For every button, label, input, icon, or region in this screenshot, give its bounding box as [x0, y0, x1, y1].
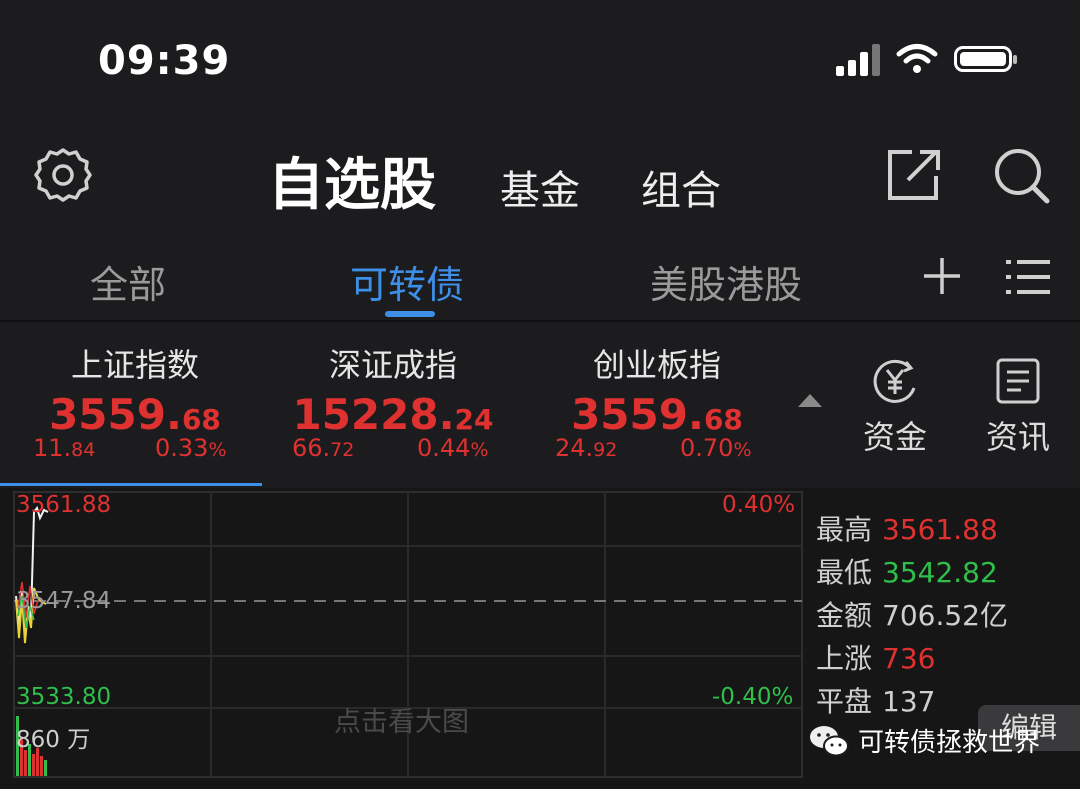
- index-shenzhen[interactable]: 深证成指 15228.24 66.72 0.44%: [258, 340, 528, 462]
- index-change-percent: 0.44%: [417, 434, 489, 462]
- funds-label: 资金: [862, 418, 927, 456]
- index-name: 创业板指: [592, 346, 721, 384]
- page-title: 自选股: [268, 153, 436, 218]
- wechat-icon: [810, 725, 849, 756]
- volume-label: 860 万: [16, 727, 91, 753]
- index-value: 3559.68: [49, 390, 221, 439]
- index-name: 深证成指: [328, 346, 457, 384]
- watermark: 可转债拯救世界: [808, 722, 1040, 759]
- index-change: 11.84: [33, 434, 96, 462]
- active-tab-indicator: [385, 311, 435, 317]
- battery-icon: [954, 46, 1017, 72]
- funds-button[interactable]: 资金: [855, 358, 935, 458]
- settings-gear-icon[interactable]: [34, 146, 92, 204]
- signal-icon: [836, 42, 880, 76]
- index-change: 66.72: [292, 434, 355, 462]
- news-button[interactable]: 资讯: [978, 358, 1058, 458]
- tab-funds[interactable]: 基金: [500, 158, 580, 216]
- news-label: 资讯: [985, 418, 1050, 456]
- subtab-us-hk-stocks[interactable]: 美股港股: [650, 254, 802, 309]
- yuan-coin-icon: [873, 359, 916, 403]
- chart-pct-top: 0.40%: [722, 492, 796, 518]
- stat-rising: 上涨 736: [816, 642, 936, 675]
- add-icon[interactable]: [922, 256, 962, 296]
- watermark-text: 可转债拯救世界: [858, 728, 1041, 758]
- index-value: 3559.68: [571, 390, 743, 439]
- document-icon: [996, 358, 1040, 404]
- status-icons: [836, 42, 1017, 76]
- active-index-indicator: [0, 483, 262, 486]
- index-shanghai[interactable]: 上证指数 3559.68 11.84 0.33%: [0, 340, 270, 462]
- subtab-all[interactable]: 全部: [90, 254, 166, 309]
- wifi-icon: [896, 44, 938, 73]
- divider: [0, 320, 1080, 322]
- chart-low-label: 3533.80: [16, 684, 112, 710]
- chart-hint: 点击看大图: [334, 707, 469, 738]
- subtab-convertible-bonds[interactable]: 可转债: [350, 254, 464, 309]
- index-chinext[interactable]: 创业板指 3559.68 24.92 0.70%: [522, 340, 792, 462]
- index-change-percent: 0.33%: [155, 434, 227, 462]
- search-icon[interactable]: [992, 146, 1050, 204]
- stat-amount: 金额 706.52亿: [816, 599, 1008, 632]
- stat-low: 最低 3542.82: [816, 556, 998, 589]
- chart-mid-label: 3547.84: [16, 588, 112, 614]
- index-change: 24.92: [555, 434, 618, 462]
- list-menu-icon[interactable]: [1006, 258, 1050, 296]
- share-icon[interactable]: [886, 148, 942, 202]
- index-name: 上证指数: [70, 346, 199, 384]
- status-time: 09:39: [98, 38, 231, 84]
- collapse-caret-icon[interactable]: [798, 394, 822, 407]
- stat-high: 最高 3561.88: [816, 513, 998, 546]
- index-value: 15228.24: [292, 390, 494, 439]
- chart-high-label: 3561.88: [16, 492, 112, 518]
- chart-pct-bottom: -0.40%: [712, 684, 794, 710]
- index-change-percent: 0.70%: [680, 434, 752, 462]
- tab-portfolio[interactable]: 组合: [641, 158, 721, 216]
- stat-flat: 平盘 137: [816, 685, 936, 718]
